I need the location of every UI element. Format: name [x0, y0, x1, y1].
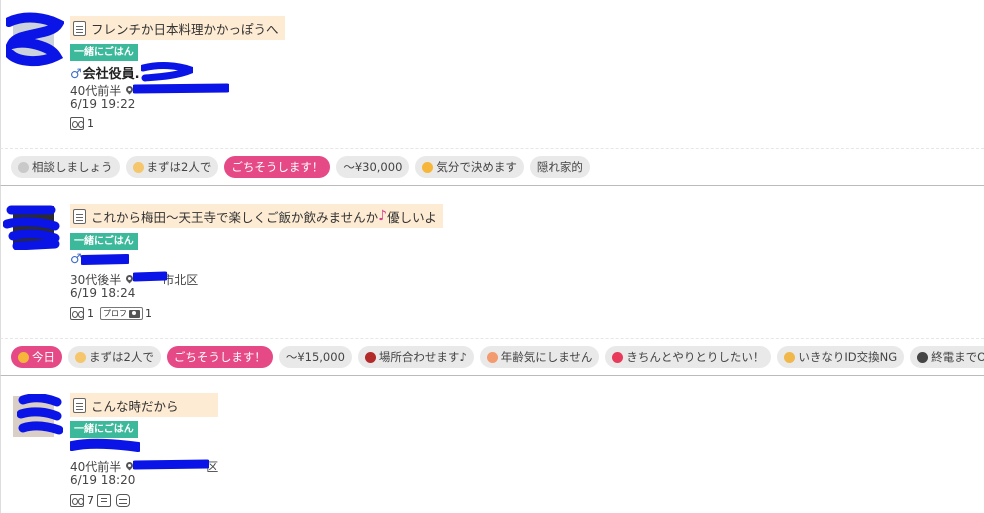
tag-chip[interactable]: 場所合わせます♪ [357, 346, 474, 368]
tag-chip[interactable]: 〜¥15,000 [278, 346, 352, 368]
post-datetime: 6/19 18:24 [70, 286, 136, 300]
location-pin-icon [126, 462, 133, 471]
tag-label: きちんとやりとりしたい！ [626, 350, 765, 364]
redaction-mark [81, 254, 129, 265]
tag-label: 場所合わせます♪ [378, 350, 467, 364]
tag-label: 年齢気にしません [500, 350, 593, 364]
post-datetime: 6/19 19:22 [70, 97, 136, 111]
tag-chip[interactable]: まずは2人で [68, 346, 161, 368]
location-pin-icon [126, 86, 133, 95]
smile-face-icon [422, 161, 434, 173]
smile-face-icon [18, 351, 29, 363]
user-name[interactable]: ♂会社役員. [70, 63, 140, 82]
category-badge: 一緒にごはん [70, 44, 138, 61]
tag-label: 〜¥30,000 [343, 160, 403, 174]
tag-chip[interactable]: 今日 [11, 346, 62, 368]
tag-label: まずは2人で [89, 350, 154, 364]
tag-label: ごちそうします！ [173, 350, 266, 364]
views-icon [70, 117, 84, 130]
tag-label: 終電までOK [931, 350, 984, 364]
tag-chip[interactable]: 年齢気にしません [479, 346, 600, 368]
redaction-mark [133, 83, 229, 94]
person-icon [784, 351, 796, 363]
post-card: これから梅田〜天王寺で楽しくご飯か飲みませんか ♪ 優しいよ 一緒にごはん ♂ 30… [0, 186, 984, 338]
document-icon [73, 20, 86, 36]
tag-label: ごちそうします！ [231, 160, 324, 174]
post-title[interactable]: こんな時だから [70, 393, 218, 417]
male-icon: ♂ [70, 252, 82, 267]
tag-list: 今日 まずは2人で ごちそうします！ 〜¥15,000 場所合わせます♪ 年齢気にしません… [0, 338, 984, 376]
post-card: フレンチか日本料理かかっぽうへ 一緒にごはん ♂会社役員. 40代前半 6/19… [0, 0, 984, 148]
camera-icon [129, 309, 140, 318]
document-icon[interactable] [97, 494, 111, 507]
user-name[interactable]: ♂ [70, 252, 83, 267]
tag-chip[interactable]: 相談しましょう [11, 156, 120, 178]
post-stats: 7 [70, 494, 131, 507]
speech-bubble-icon [18, 161, 29, 173]
tag-chip[interactable]: まずは2人で [125, 156, 219, 178]
location-pin-icon [126, 275, 133, 284]
tag-label: 〜¥15,000 [285, 350, 345, 364]
views-icon [70, 494, 84, 507]
tag-chip[interactable]: 隠れ家的 [529, 156, 590, 178]
redaction-mark [141, 62, 193, 82]
avatar[interactable] [11, 14, 56, 59]
post-stats: 1 プロフ 1 [70, 307, 154, 320]
avatar[interactable] [11, 204, 56, 249]
tag-chip[interactable]: ごちそうします！ [224, 156, 331, 178]
tag-chip[interactable]: 終電までOK [910, 346, 984, 368]
post-datetime: 6/19 18:20 [70, 473, 136, 487]
tag-chip[interactable]: 気分で決めます [415, 156, 524, 178]
tag-label: 気分で決めます [436, 160, 517, 174]
tag-chip[interactable]: きちんとやりとりしたい！ [605, 346, 772, 368]
tower-icon [364, 351, 376, 363]
tag-label: 相談しましょう [32, 160, 113, 174]
post-title[interactable]: これから梅田〜天王寺で楽しくご飯か飲みませんか ♪ 優しいよ [70, 204, 443, 228]
peace-hand-icon [132, 161, 144, 173]
heart-letter-icon [612, 351, 624, 363]
train-icon [917, 351, 929, 363]
post-card: こんな時だから 一緒にごはん 40代前半区 6/19 18:20 7 [0, 376, 984, 513]
post-title[interactable]: フレンチか日本料理かかっぽうへ [70, 16, 285, 40]
profile-photo-icon[interactable]: プロフ [100, 307, 143, 320]
post-stats: 1 [70, 117, 96, 130]
avatar[interactable] [11, 394, 56, 439]
category-badge: 一緒にごはん [70, 233, 138, 250]
user-name[interactable] [70, 439, 71, 454]
views-icon [70, 307, 84, 320]
document-icon [73, 397, 86, 413]
redaction-mark [70, 438, 140, 452]
category-badge: 一緒にごはん [70, 421, 138, 438]
chat-icon[interactable] [116, 494, 130, 507]
tag-chip[interactable]: ごちそうします！ [166, 346, 273, 368]
document-icon [73, 208, 86, 224]
male-icon: ♂ [70, 67, 82, 82]
tag-label: いきなりID交換NG [798, 350, 898, 364]
tag-list: 相談しましょう まずは2人で ごちそうします！ 〜¥30,000 気分で決めます 隠れ家的 [0, 148, 984, 186]
tag-chip[interactable]: いきなりID交換NG [777, 346, 905, 368]
peace-hand-icon [75, 351, 86, 363]
tag-label: 今日 [32, 350, 55, 364]
tag-chip[interactable]: 〜¥30,000 [336, 156, 410, 178]
tag-label: まずは2人で [146, 160, 212, 174]
face-icon [486, 351, 498, 363]
tag-label: 隠れ家的 [536, 160, 583, 174]
